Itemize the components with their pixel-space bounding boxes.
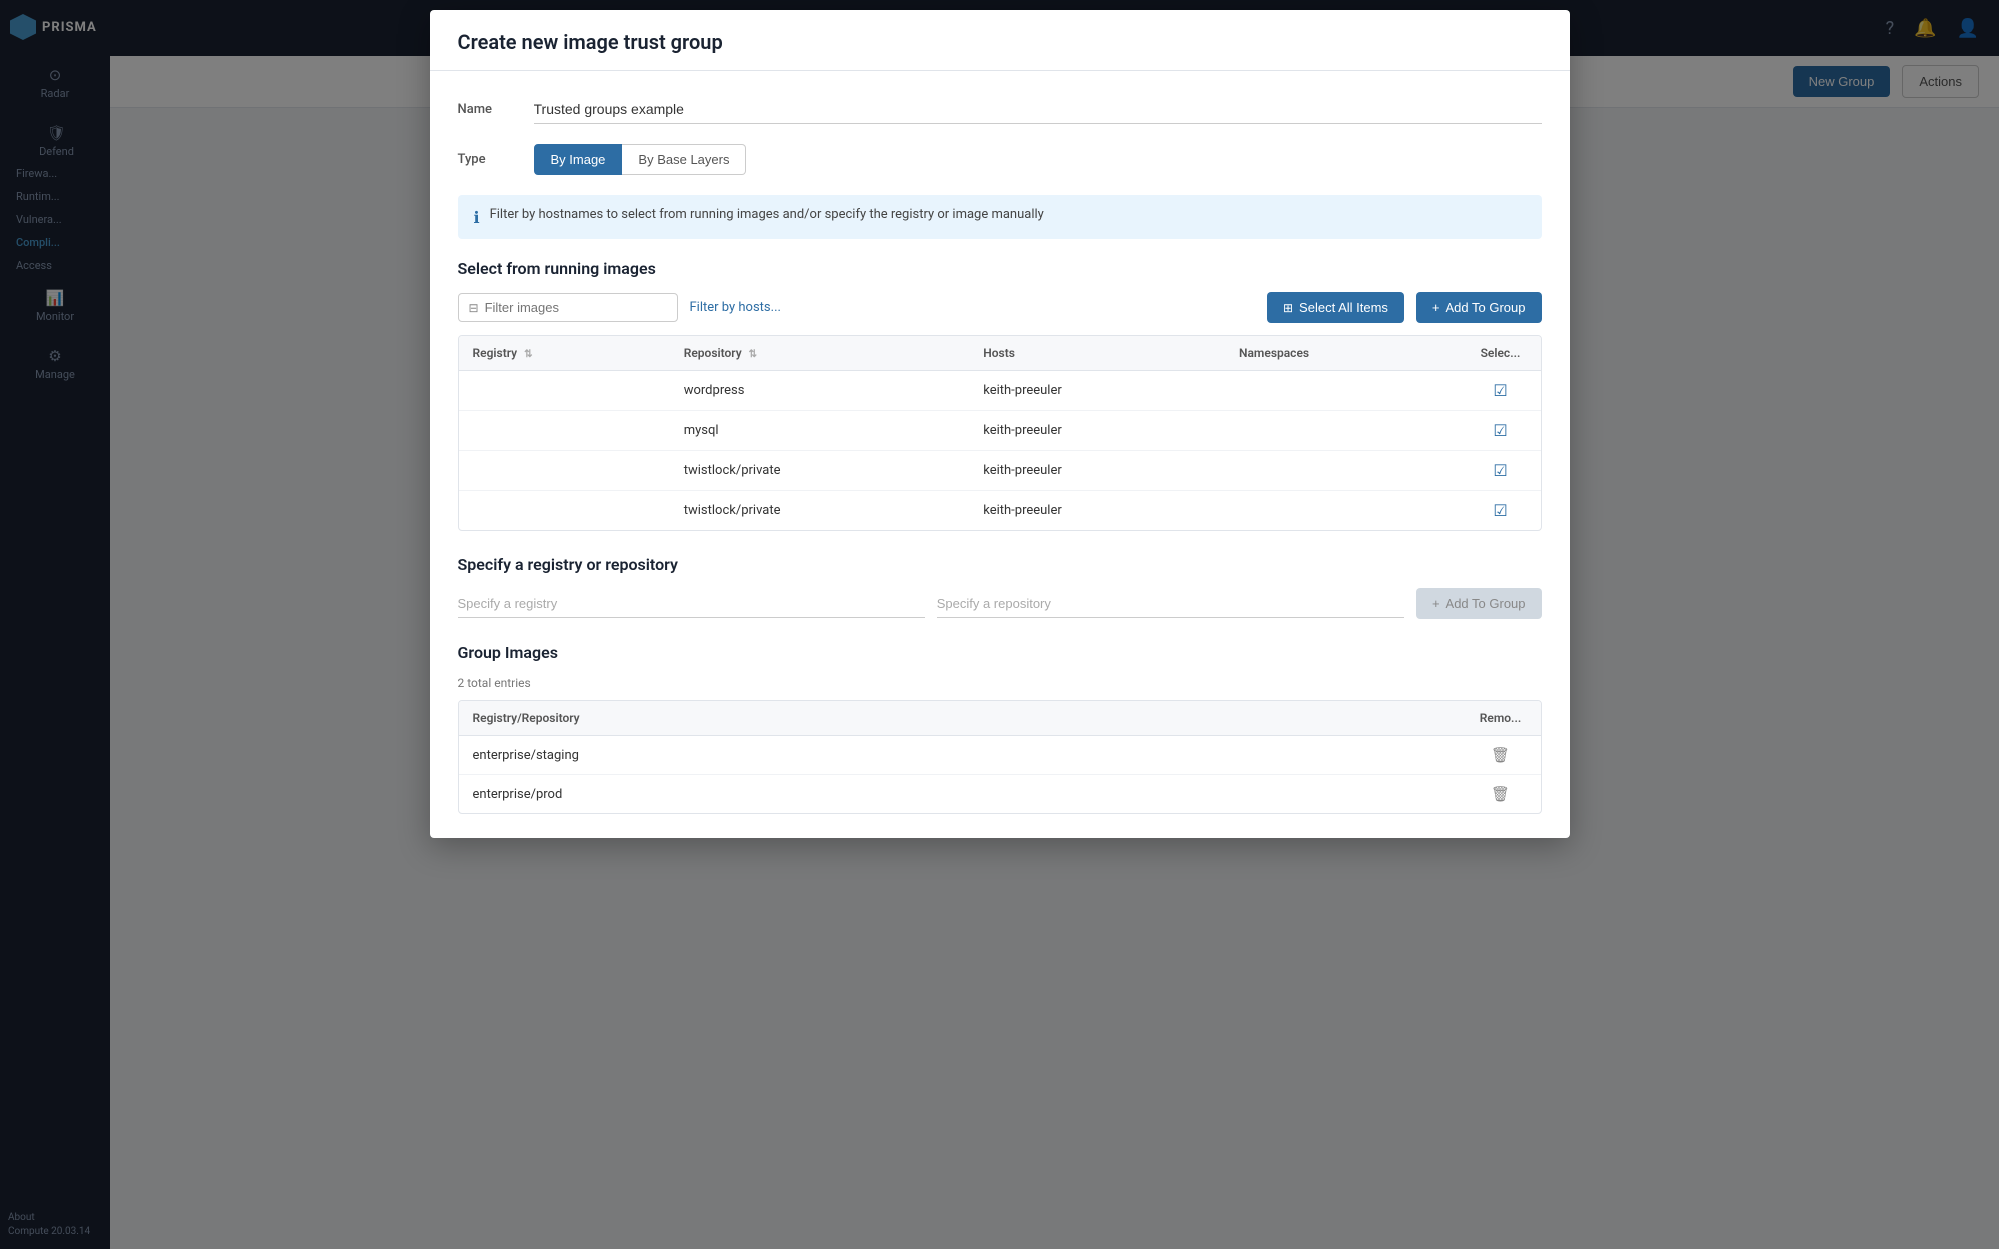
specify-section: Specify a registry or repository + Add T…	[458, 555, 1542, 619]
info-banner: ℹ Filter by hostnames to select from run…	[458, 195, 1542, 239]
filter-row: ⊟ Filter by hosts... ⊞ Select All Items …	[458, 292, 1542, 323]
table-row: wordpress keith-preeuler ☑	[459, 371, 1541, 411]
sort-icon-repository: ⇅	[749, 349, 757, 360]
col-header-registry: Registry ⇅	[459, 336, 670, 371]
cell-repository-0: wordpress	[670, 371, 970, 411]
specify-add-icon: +	[1432, 596, 1440, 611]
group-table-header-row: Registry/Repository Remo...	[459, 701, 1541, 736]
type-by-image-button[interactable]: By Image	[534, 144, 623, 175]
group-entries-count: 2 total entries	[458, 676, 1542, 690]
specify-add-label: Add To Group	[1446, 596, 1526, 611]
info-text: Filter by hostnames to select from runni…	[490, 207, 1044, 222]
checkbox-0[interactable]: ☑	[1493, 381, 1507, 400]
name-label: Name	[458, 102, 518, 117]
specify-row: + Add To Group	[458, 588, 1542, 619]
cell-select-1[interactable]: ☑	[1461, 411, 1541, 451]
modal-body: Name Type By Image By Base Layers ℹ Filt…	[430, 71, 1570, 838]
col-header-select: Selec...	[1461, 336, 1541, 371]
group-table-row: enterprise/staging 🗑	[459, 736, 1541, 775]
cell-select-3[interactable]: ☑	[1461, 491, 1541, 531]
cell-registry-3	[459, 491, 670, 531]
modal-overlay: Create new image trust group Name Type B…	[0, 0, 1999, 1249]
group-cell-registry-1: enterprise/prod	[459, 775, 1461, 814]
cell-namespaces-1	[1225, 411, 1461, 451]
add-to-group-label-top: Add To Group	[1446, 300, 1526, 315]
cell-repository-2: twistlock/private	[670, 451, 970, 491]
cell-registry-0	[459, 371, 670, 411]
col-header-namespaces: Namespaces	[1225, 336, 1461, 371]
info-icon: ℹ	[474, 208, 480, 227]
add-to-group-button-top[interactable]: + Add To Group	[1416, 292, 1542, 323]
select-all-items-button[interactable]: ⊞ Select All Items	[1267, 292, 1404, 323]
filter-icon: ⊟	[469, 301, 479, 315]
table-header-row: Registry ⇅ Repository ⇅ Hosts Namespaces…	[459, 336, 1541, 371]
group-cell-remove-1[interactable]: 🗑	[1461, 775, 1541, 814]
cell-repository-3: twistlock/private	[670, 491, 970, 531]
group-images-table: Registry/Repository Remo... enterprise/s…	[458, 700, 1542, 814]
table-row: mysql keith-preeuler ☑	[459, 411, 1541, 451]
select-all-label: Select All Items	[1299, 300, 1388, 315]
group-col-header-registry-repo: Registry/Repository	[459, 701, 1461, 736]
cell-hosts-2: keith-preeuler	[969, 451, 1225, 491]
specify-add-to-group-button[interactable]: + Add To Group	[1416, 588, 1542, 619]
cell-registry-1	[459, 411, 670, 451]
cell-hosts-0: keith-preeuler	[969, 371, 1225, 411]
running-images-table: Registry ⇅ Repository ⇅ Hosts Namespaces…	[458, 335, 1542, 531]
delete-row-1-icon[interactable]: 🗑	[1491, 785, 1510, 803]
modal-dialog: Create new image trust group Name Type B…	[430, 10, 1570, 838]
type-label: Type	[458, 152, 518, 167]
type-by-base-layers-button[interactable]: By Base Layers	[622, 144, 746, 175]
cell-registry-2	[459, 451, 670, 491]
col-header-repository: Repository ⇅	[670, 336, 970, 371]
add-icon-top: +	[1432, 300, 1440, 315]
delete-row-0-icon[interactable]: 🗑	[1491, 746, 1510, 764]
group-cell-registry-0: enterprise/staging	[459, 736, 1461, 775]
checkbox-3[interactable]: ☑	[1493, 501, 1507, 520]
name-input[interactable]	[534, 95, 1542, 124]
specify-registry-input[interactable]	[458, 590, 925, 618]
cell-select-2[interactable]: ☑	[1461, 451, 1541, 491]
modal-header: Create new image trust group	[430, 10, 1570, 71]
checkbox-2[interactable]: ☑	[1493, 461, 1507, 480]
group-col-header-remove: Remo...	[1461, 701, 1541, 736]
group-images-title: Group Images	[458, 643, 1542, 662]
select-all-icon: ⊞	[1283, 301, 1293, 315]
filter-images-input[interactable]	[485, 300, 667, 315]
col-header-hosts: Hosts	[969, 336, 1225, 371]
group-images-section: Group Images 2 total entries Registry/Re…	[458, 643, 1542, 814]
table-row: twistlock/private keith-preeuler ☑	[459, 451, 1541, 491]
cell-hosts-3: keith-preeuler	[969, 491, 1225, 531]
running-images-title: Select from running images	[458, 259, 1542, 278]
name-row: Name	[458, 95, 1542, 124]
specify-repository-input[interactable]	[937, 590, 1404, 618]
cell-namespaces-0	[1225, 371, 1461, 411]
group-table-row: enterprise/prod 🗑	[459, 775, 1541, 814]
group-cell-remove-0[interactable]: 🗑	[1461, 736, 1541, 775]
checkbox-1[interactable]: ☑	[1493, 421, 1507, 440]
filter-by-hosts-link[interactable]: Filter by hosts...	[690, 300, 781, 315]
type-button-group: By Image By Base Layers	[534, 144, 747, 175]
specify-section-title: Specify a registry or repository	[458, 555, 1542, 574]
cell-namespaces-2	[1225, 451, 1461, 491]
cell-repository-1: mysql	[670, 411, 970, 451]
filter-input-wrap: ⊟	[458, 293, 678, 322]
table-row: twistlock/private keith-preeuler ☑	[459, 491, 1541, 531]
cell-namespaces-3	[1225, 491, 1461, 531]
type-row: Type By Image By Base Layers	[458, 144, 1542, 175]
sort-icon-registry: ⇅	[524, 349, 532, 360]
cell-select-0[interactable]: ☑	[1461, 371, 1541, 411]
cell-hosts-1: keith-preeuler	[969, 411, 1225, 451]
modal-title: Create new image trust group	[458, 30, 1542, 54]
